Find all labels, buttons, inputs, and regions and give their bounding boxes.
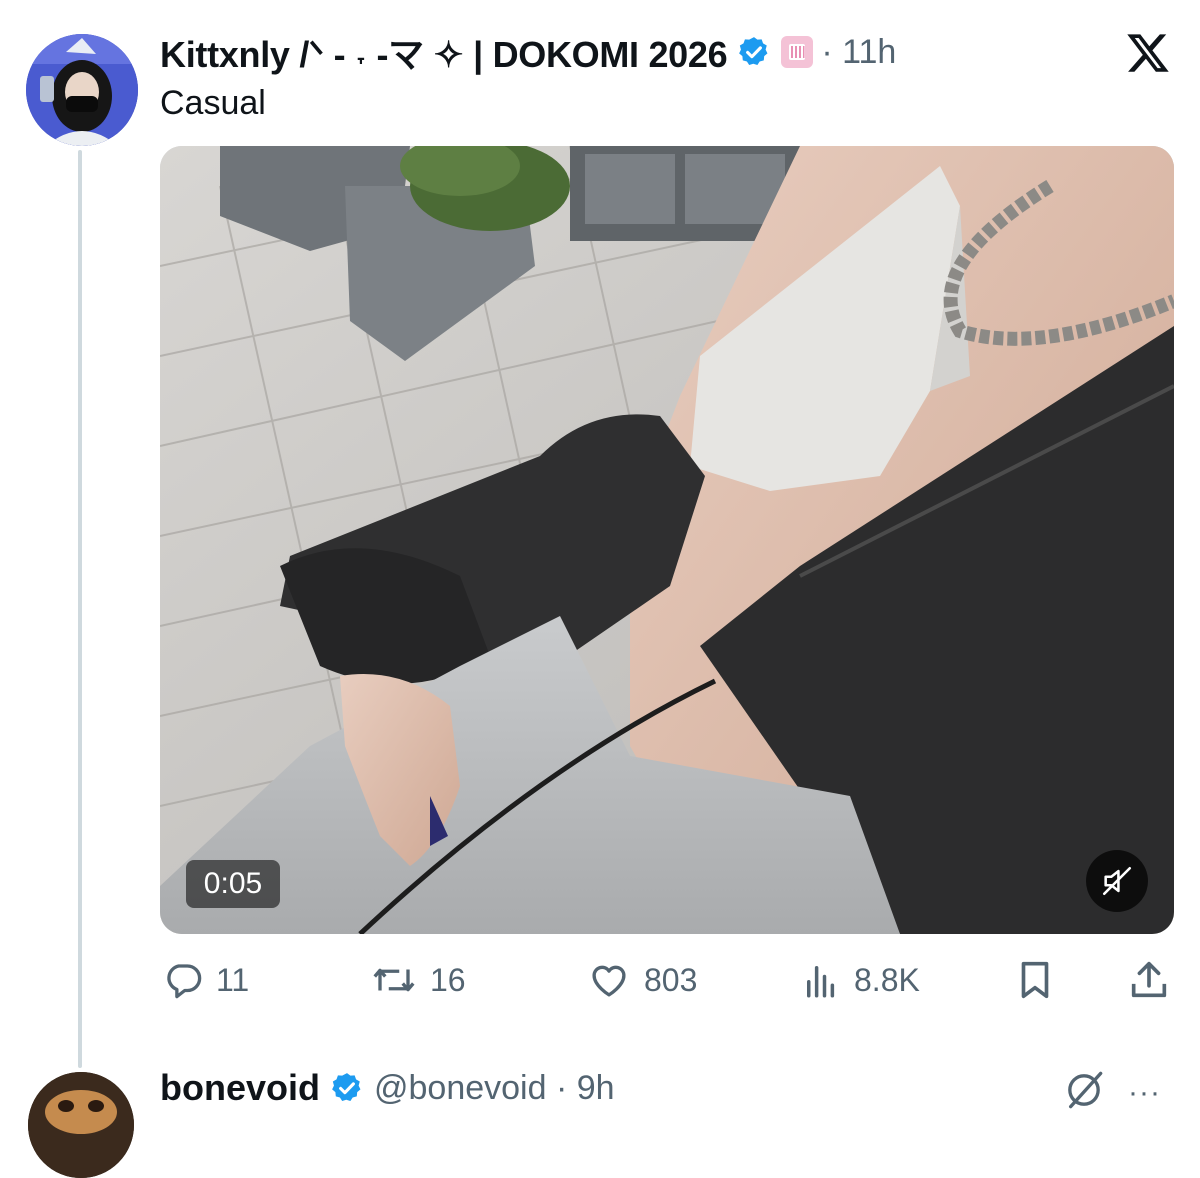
reply-count: 11 (216, 961, 250, 998)
verified-badge-icon[interactable] (737, 35, 771, 69)
reply-display-name[interactable]: bonevoid (160, 1067, 320, 1109)
repost-button[interactable]: 16 (370, 955, 466, 1005)
more-options-button[interactable]: ··· (1128, 1076, 1161, 1110)
author-avatar[interactable] (26, 34, 138, 146)
share-button[interactable] (1126, 955, 1184, 1005)
repost-arrows-icon (373, 968, 415, 992)
thread-connector-line (78, 150, 82, 1068)
view-count: 8.8K (854, 961, 920, 998)
like-button[interactable]: 803 (586, 955, 697, 1005)
post-text: Casual (160, 84, 266, 122)
reply-author-avatar[interactable] (28, 1072, 134, 1178)
post-header: Kittxnly /ᐠ - ˕ -マ ✧ | DOKOMI 2026 · 11h (160, 30, 896, 76)
speech-bubble-icon (167, 964, 202, 999)
muted-speaker-icon (1102, 866, 1132, 896)
post-timestamp[interactable]: · 11h (821, 33, 896, 72)
video-duration-badge: 0:05 (186, 860, 280, 908)
affiliate-book-badge-icon[interactable] (781, 36, 814, 68)
video-player[interactable] (160, 146, 1174, 934)
reply-header: bonevoid @bonevoid · 9h (160, 1066, 615, 1110)
verified-badge-icon[interactable] (330, 1071, 364, 1105)
mute-toggle-button[interactable] (1086, 850, 1148, 912)
bar-chart-icon (807, 966, 835, 998)
avatar-image (26, 34, 138, 146)
video-thumbnail (160, 146, 1174, 934)
grok-slash-icon[interactable] (1064, 1070, 1104, 1110)
share-upload-icon (1131, 961, 1167, 998)
reply-handle-time[interactable]: @bonevoid · 9h (374, 1069, 615, 1108)
views-button[interactable]: 8.8K (800, 955, 920, 1005)
reply-avatar-image (28, 1072, 134, 1178)
book-icon (789, 44, 806, 60)
author-display-name[interactable]: Kittxnly /ᐠ - ˕ -マ ✧ | DOKOMI 2026 (160, 26, 728, 78)
heart-icon (592, 965, 626, 997)
x-logo-icon[interactable] (1125, 30, 1171, 76)
bookmark-button[interactable] (1012, 955, 1070, 1005)
repost-count: 16 (430, 961, 466, 998)
bookmark-icon (1021, 961, 1049, 999)
reply-button[interactable]: 11 (162, 955, 249, 1005)
like-count: 803 (644, 961, 698, 998)
